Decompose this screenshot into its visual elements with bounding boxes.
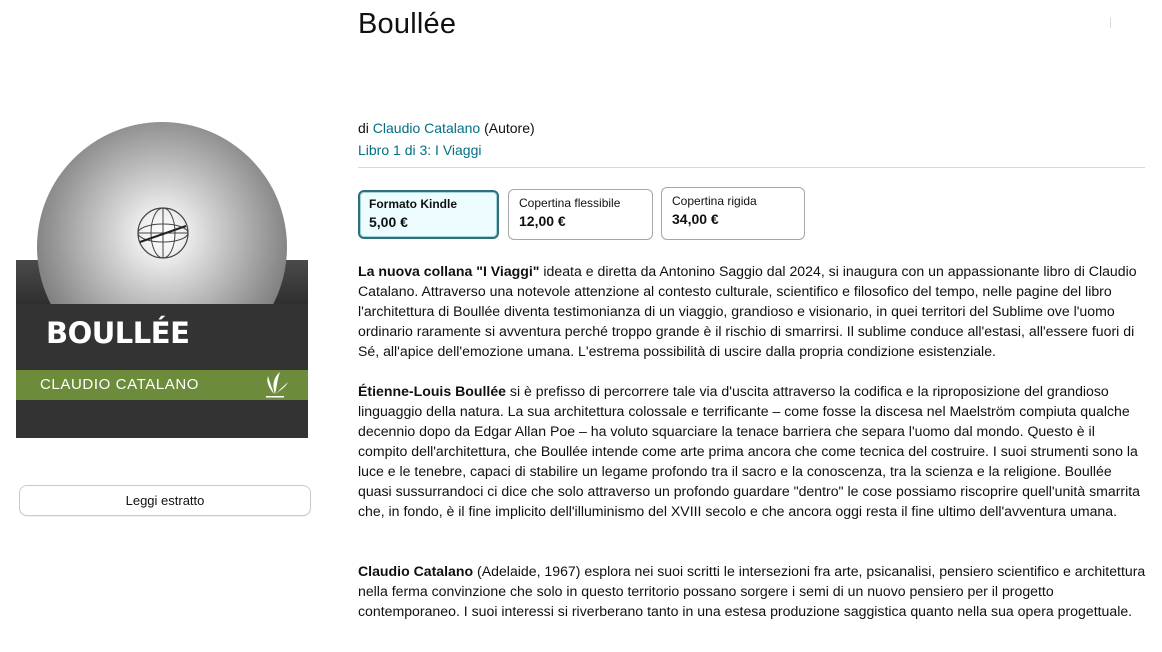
description-paragraph: La nuova collana "I Viaggi" ideata e dir…: [358, 261, 1148, 361]
product-title: Boullée: [358, 8, 457, 40]
description-bold: Claudio Catalano: [358, 563, 474, 579]
byline-prefix: di: [358, 120, 369, 136]
description-text: (Adelaide, 1967) esplora nei suoi scritt…: [358, 563, 1146, 619]
format-paperback-button[interactable]: Copertina flessibile 12,00 €: [508, 189, 653, 240]
format-label: Copertina flessibile: [519, 196, 621, 210]
divider: [358, 167, 1145, 168]
format-kindle-button[interactable]: Formato Kindle 5,00 €: [358, 190, 499, 239]
description-bold: Étienne-Louis Boullée: [358, 383, 506, 399]
book-cover-image[interactable]: BOULLÉE CLAUDIO CATALANO: [16, 120, 308, 438]
description-paragraph: Étienne-Louis Boullée si è prefisso di p…: [358, 381, 1148, 521]
format-price: 34,00 €: [672, 211, 719, 227]
format-price: 5,00 €: [369, 214, 408, 230]
read-sample-button[interactable]: Leggi estratto: [19, 485, 311, 516]
cover-title: BOULLÉE: [46, 316, 190, 350]
description-text: si è prefisso di percorrere tale via d'u…: [358, 383, 1140, 519]
leaf-logo-icon: [266, 372, 288, 398]
series-info: Libro 1 di 3: I Viaggi: [358, 142, 482, 158]
description-paragraph: Claudio Catalano (Adelaide, 1967) esplor…: [358, 561, 1148, 621]
author-role: (Autore): [484, 120, 535, 136]
description-bold: La nuova collana "I Viaggi": [358, 263, 540, 279]
format-hardcover-button[interactable]: Copertina rigida 34,00 €: [661, 187, 805, 240]
format-label: Formato Kindle: [369, 197, 458, 211]
byline: di Claudio Catalano (Autore): [358, 120, 535, 136]
format-label: Copertina rigida: [672, 194, 757, 208]
globe-icon: [137, 207, 189, 259]
cover-author: CLAUDIO CATALANO: [40, 376, 200, 393]
format-price: 12,00 €: [519, 213, 566, 229]
divider-mark: [1110, 18, 1111, 28]
author-link[interactable]: Claudio Catalano: [373, 120, 480, 136]
series-link[interactable]: Libro 1 di 3: I Viaggi: [358, 142, 482, 158]
